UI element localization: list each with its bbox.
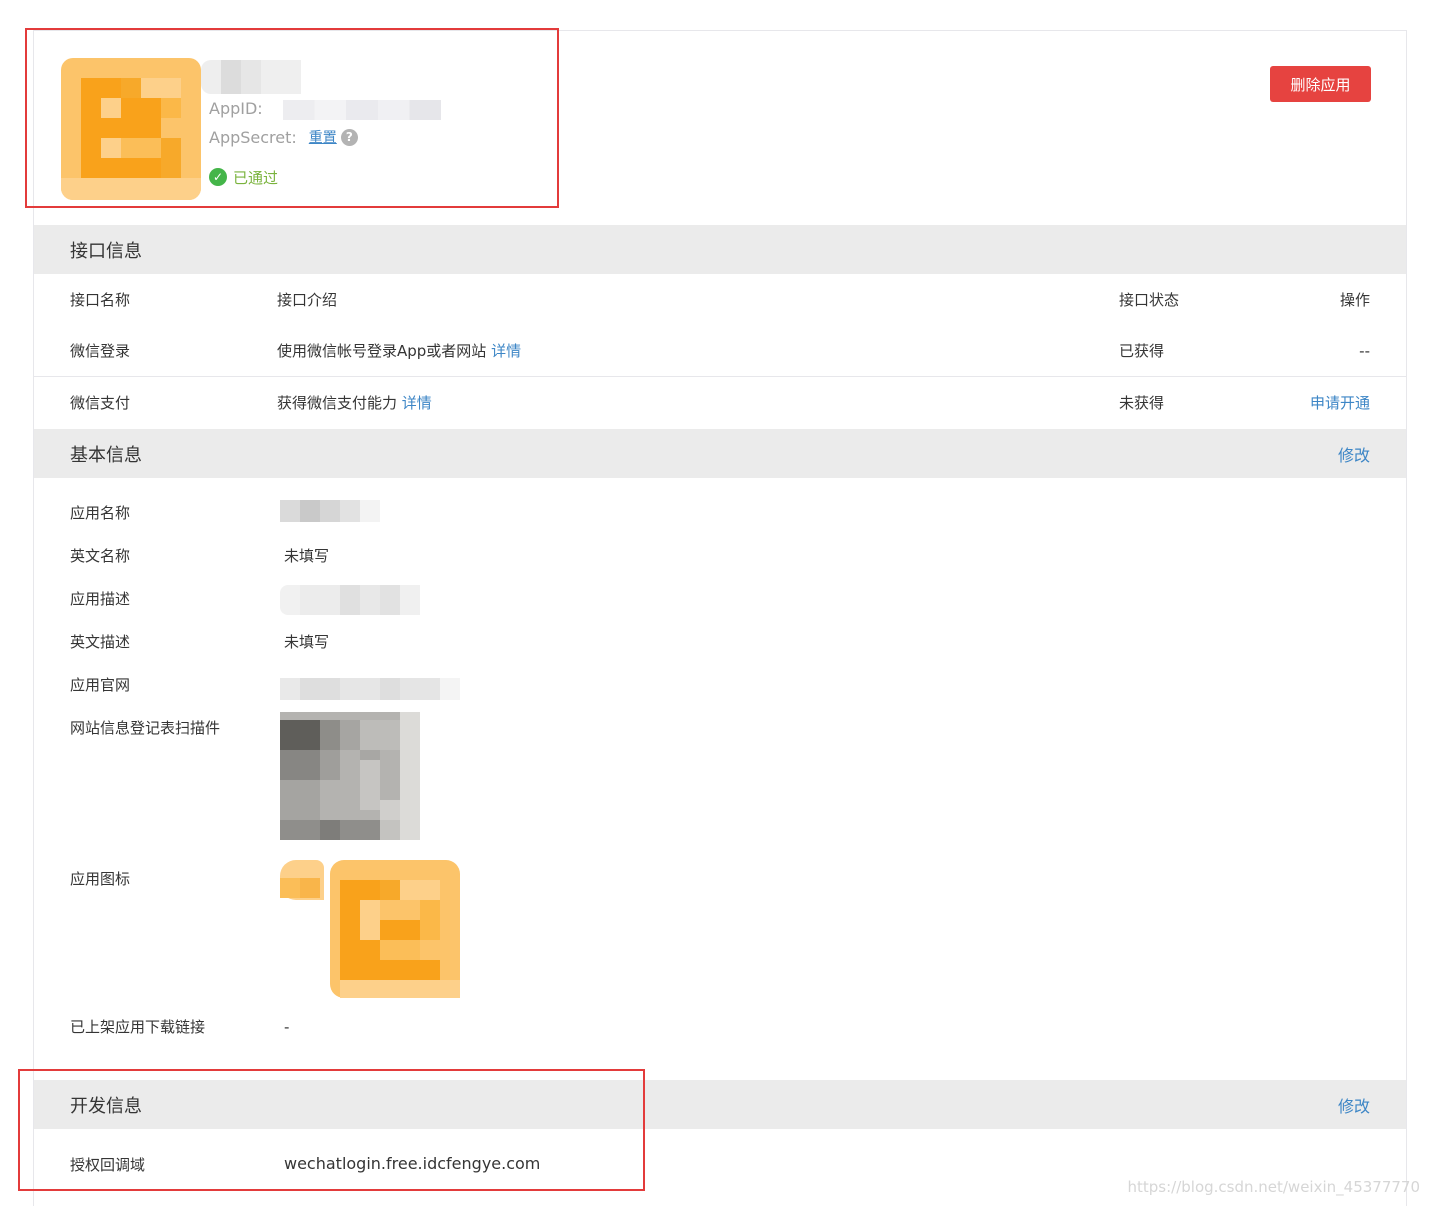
field-label: 英文名称 [70,547,131,565]
field-value: 未填写 [284,547,330,565]
delete-app-button[interactable]: 删除应用 [1270,66,1371,102]
apply-open-link[interactable]: 申请开通 [1310,391,1370,415]
col-action: 操作 [1339,291,1370,309]
status-text: 已通过 [233,168,279,187]
detail-link[interactable]: 详情 [491,342,521,360]
detail-link[interactable]: 详情 [402,394,432,412]
edit-dev-link[interactable]: 修改 [1338,1093,1370,1117]
col-desc: 接口介绍 [277,291,338,309]
section-title: 接口信息 [70,240,142,262]
watermark: https://blog.csdn.net/weixin_45377770 [1127,1178,1420,1196]
interface-desc: 获得微信支付能力 详情 [277,394,432,412]
field-value: - [284,1018,290,1036]
interface-status: 已获得 [1119,342,1165,360]
app-name-value-redacted [280,500,380,522]
app-detail-panel [33,30,1407,1206]
dev-section-header: 开发信息 修改 [34,1080,1406,1129]
appid-value-redacted [283,100,441,120]
field-label: 应用名称 [70,504,131,522]
field-label: 应用描述 [70,590,131,608]
app-website-value-redacted [280,678,460,700]
appid-row: AppID: [209,97,263,119]
edit-basic-link[interactable]: 修改 [1338,442,1370,466]
check-circle-icon: ✓ [209,168,227,186]
interface-status: 未获得 [1119,394,1165,412]
app-logo [61,58,201,200]
appid-label: AppID: [209,98,263,118]
app-desc-value-redacted [280,585,420,615]
field-label: 应用图标 [70,870,131,888]
section-title: 基本信息 [70,444,142,466]
row-divider [34,376,1406,377]
interface-desc: 使用微信帐号登录App或者网站 详情 [277,342,522,360]
interface-table-header: 接口名称 接口介绍 接口状态 操作 [34,288,1406,312]
interface-name: 微信登录 [70,342,131,360]
review-status: ✓ 已通过 [209,166,278,188]
field-label: 英文描述 [70,633,131,651]
app-name-redacted [201,60,301,94]
col-status: 接口状态 [1119,291,1180,309]
interface-section-header: 接口信息 [34,225,1406,274]
appsecret-label: AppSecret: [209,127,297,147]
reset-secret-link[interactable]: 重置 [309,127,337,147]
table-row: 微信登录 使用微信帐号登录App或者网站 详情 已获得 -- [34,339,1406,363]
interface-name: 微信支付 [70,394,131,412]
app-icon-image [280,860,462,998]
callback-domain-label: 授权回调域 [70,1156,146,1174]
basic-section-header: 基本信息 修改 [34,429,1406,478]
table-row: 微信支付 获得微信支付能力 详情 未获得 申请开通 [34,391,1406,415]
help-icon[interactable]: ? [340,128,358,146]
section-title: 开发信息 [70,1095,142,1117]
callback-domain-value: wechatlogin.free.idcfengye.com [284,1154,541,1173]
field-value: 未填写 [284,633,330,651]
field-label: 应用官网 [70,676,131,694]
col-name: 接口名称 [70,291,131,309]
field-label: 已上架应用下载链接 [70,1018,206,1036]
appsecret-row: AppSecret: 重置 ? [209,126,358,148]
registration-scan-image [280,712,420,840]
interface-action: -- [1359,342,1370,360]
field-label: 网站信息登记表扫描件 [70,719,221,737]
